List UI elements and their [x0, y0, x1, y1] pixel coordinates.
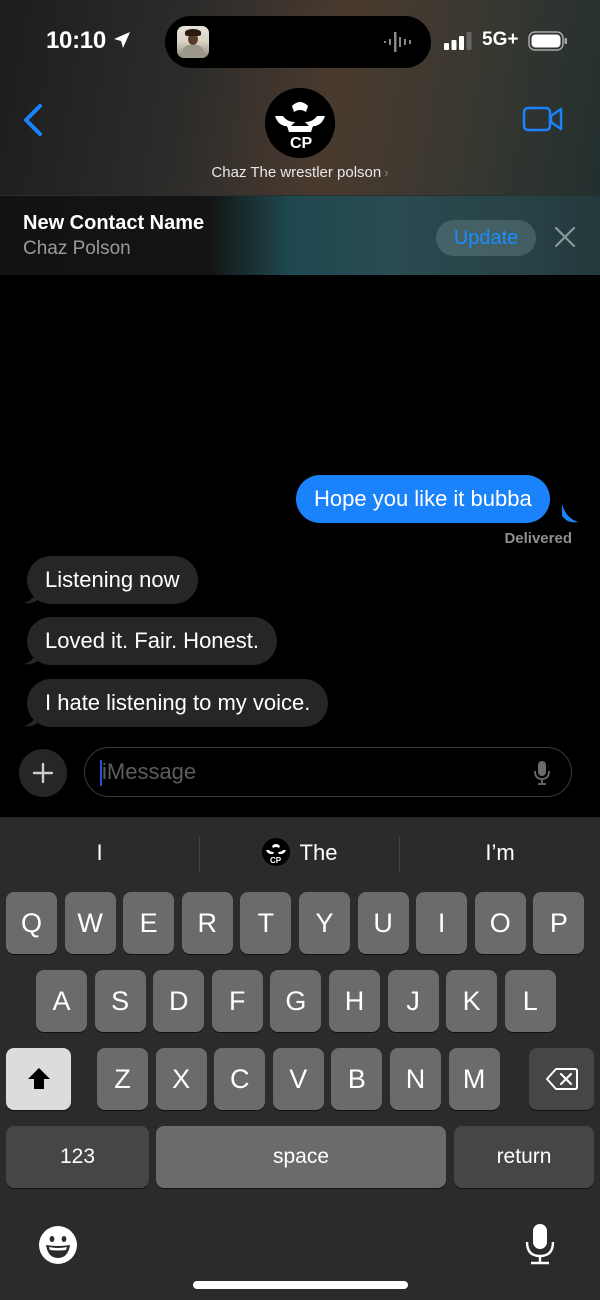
key-s[interactable]: S: [94, 970, 146, 1032]
key-r[interactable]: R: [181, 892, 233, 954]
keyboard: I CP The I’m QWERTYUIOPASDFGHJKLZXCVBNM1…: [0, 817, 600, 1300]
key-x[interactable]: X: [155, 1048, 207, 1110]
delete-backspace-icon: [545, 1068, 578, 1090]
link-preview-card[interactable]: KCRW npr 7: Getting Ready to Interview T…: [232, 275, 572, 472]
message-placeholder: iMessage: [102, 759, 197, 784]
key-l[interactable]: L: [504, 970, 556, 1032]
message-text: I hate listening to my voice.: [45, 690, 311, 715]
received-message[interactable]: Loved it. Fair. Honest.: [27, 617, 277, 665]
key-k[interactable]: K: [446, 970, 498, 1032]
key-z[interactable]: Z: [97, 1048, 148, 1110]
bubble-tail: [24, 585, 40, 604]
bubble-tail: [24, 646, 40, 665]
key-h[interactable]: H: [329, 970, 380, 1032]
contact-name-button[interactable]: Chaz The wrestler polson ›: [0, 164, 600, 181]
key-g[interactable]: G: [270, 970, 322, 1032]
emoji-icon[interactable]: [38, 1225, 78, 1265]
podcast-logos: KCRW npr: [375, 324, 429, 337]
key-n[interactable]: N: [390, 1048, 441, 1110]
apps-plus-button[interactable]: [19, 749, 67, 797]
key-t[interactable]: T: [240, 892, 292, 954]
link-preview-title: 7: Getting Ready to Interview Trump: An …: [254, 361, 446, 433]
shift-arrow-icon: [27, 1068, 50, 1089]
sent-message[interactable]: Hope you like it bubba: [296, 475, 550, 523]
key-y[interactable]: Y: [299, 892, 350, 954]
key-j[interactable]: J: [387, 970, 439, 1032]
contact-name: Chaz The wrestler polson: [211, 164, 382, 181]
delivery-status: Delivered: [504, 530, 572, 547]
key-a[interactable]: A: [36, 970, 87, 1032]
return-key[interactable]: return: [454, 1126, 594, 1188]
received-message[interactable]: I hate listening to my voice.: [27, 679, 329, 727]
key-d[interactable]: D: [153, 970, 205, 1032]
contact-update-banner: New Contact Name Chaz Polson Update: [0, 195, 600, 275]
location-arrow-icon: [114, 32, 130, 48]
predictive-bar: I CP The I’m: [0, 817, 600, 889]
key-q[interactable]: Q: [6, 892, 57, 954]
now-playing-artwork: [177, 26, 209, 58]
waveform-icon: [384, 32, 411, 52]
video-call-button[interactable]: [522, 104, 564, 134]
status-bar: 10:10 5G+: [0, 0, 600, 80]
key-f[interactable]: F: [211, 970, 263, 1032]
key-c[interactable]: C: [214, 1048, 266, 1110]
back-button[interactable]: [20, 100, 46, 140]
banner-contact-name: Chaz Polson: [23, 238, 131, 259]
contact-avatar[interactable]: CP: [265, 88, 335, 158]
play-button[interactable]: [509, 390, 551, 432]
bubble-tail: [562, 504, 578, 523]
key-u[interactable]: U: [357, 892, 409, 954]
prediction-2[interactable]: CP The: [200, 817, 399, 889]
conversation-header: 10:10 5G+ CP Chaz The wrestler polson ›: [0, 0, 600, 195]
prediction-1[interactable]: I: [0, 817, 199, 889]
dynamic-island[interactable]: [165, 16, 431, 68]
key-m[interactable]: M: [448, 1048, 500, 1110]
clock: 10:10: [46, 27, 106, 54]
shift-key[interactable]: [6, 1048, 71, 1110]
prediction-3[interactable]: I’m: [400, 817, 600, 889]
banner-title: New Contact Name: [23, 212, 205, 234]
numbers-key[interactable]: 123: [6, 1126, 149, 1188]
play-icon: [525, 404, 537, 418]
received-message[interactable]: Listening now: [27, 556, 198, 604]
home-indicator[interactable]: [193, 1281, 408, 1289]
cellular-signal-icon: [444, 32, 472, 50]
message-text: Hope you like it bubba: [314, 486, 532, 511]
message-text: Loved it. Fair. Honest.: [45, 628, 259, 653]
link-preview-domain: open.spotify.com: [254, 438, 389, 458]
key-w[interactable]: W: [64, 892, 116, 954]
key-i[interactable]: I: [416, 892, 468, 954]
network-type: 5G+: [482, 29, 519, 50]
key-b[interactable]: B: [331, 1048, 383, 1110]
bubble-tail: [24, 708, 40, 727]
microphone-icon[interactable]: [533, 760, 551, 786]
key-e[interactable]: E: [123, 892, 175, 954]
close-icon[interactable]: [553, 225, 577, 249]
plus-icon: [32, 762, 54, 784]
chevron-right-icon: ›: [384, 165, 389, 180]
space-key[interactable]: space: [156, 1126, 446, 1188]
contact-sticker-icon: CP: [261, 838, 290, 867]
message-input[interactable]: iMessage: [84, 747, 572, 797]
contact-logo-icon: CP: [265, 88, 335, 158]
key-p[interactable]: P: [533, 892, 585, 954]
key-o[interactable]: O: [474, 892, 526, 954]
svg-text:CP: CP: [290, 135, 313, 152]
svg-text:CP: CP: [270, 856, 282, 865]
battery-icon: [528, 31, 567, 51]
dictation-microphone-icon[interactable]: [524, 1222, 556, 1266]
update-contact-button[interactable]: Update: [436, 220, 536, 256]
key-v[interactable]: V: [272, 1048, 324, 1110]
delete-key[interactable]: [529, 1048, 594, 1110]
link-preview-image: KCRW npr: [232, 275, 572, 349]
message-text: Listening now: [45, 567, 180, 592]
